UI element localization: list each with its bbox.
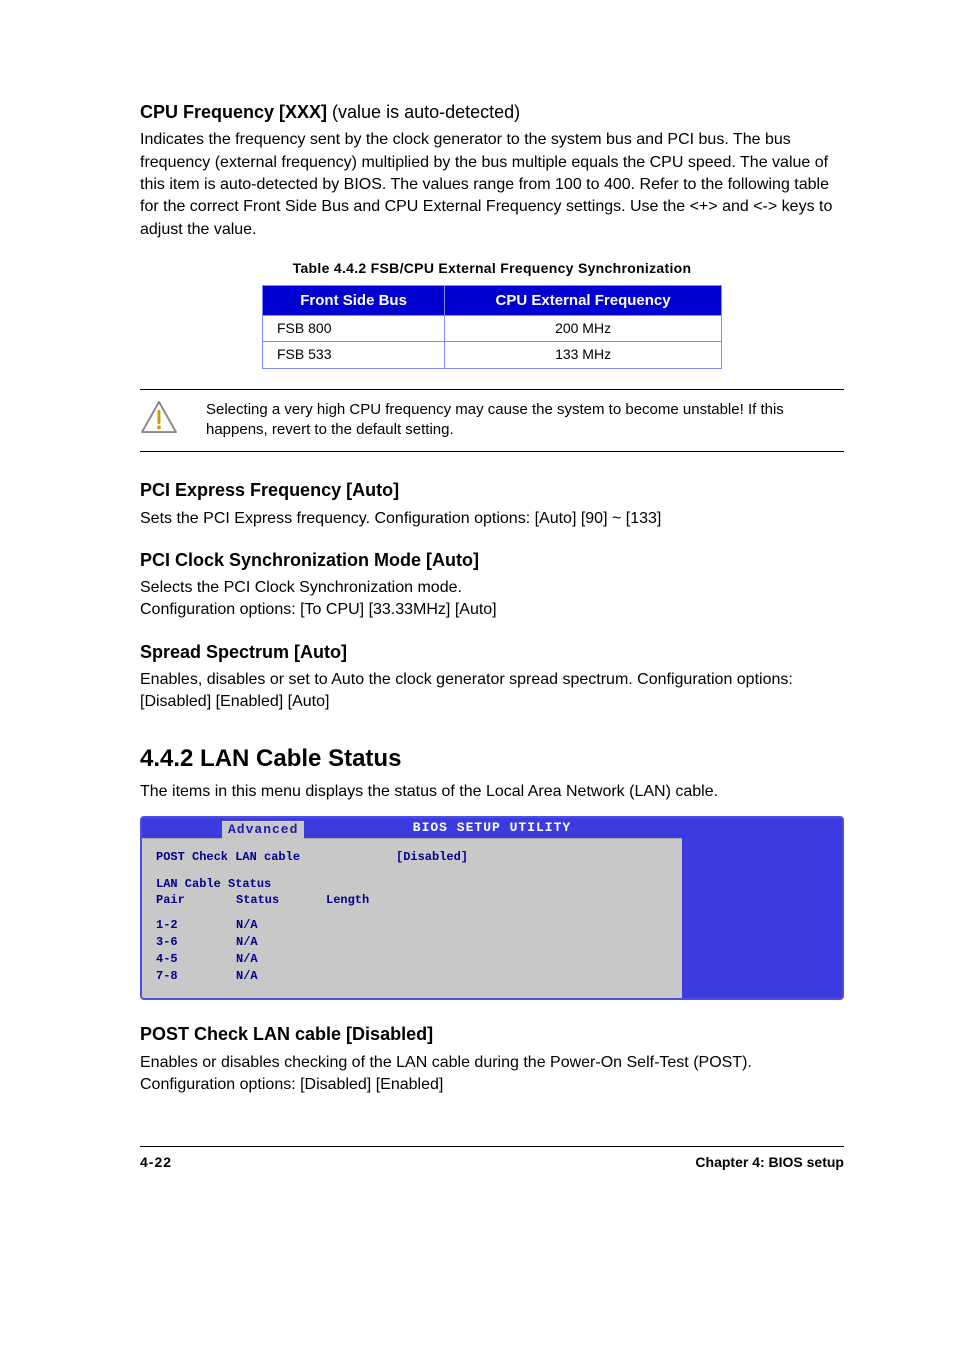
bios-cell [326,968,406,985]
bios-panel: BIOS SETUP UTILITY Advanced POST Check L… [140,816,844,1001]
bios-cell: N/A [236,934,326,951]
bios-left-pane: POST Check LAN cable [Disabled] LAN Cabl… [142,838,682,999]
heading-text-prefix: CPU Frequency [XXX] [140,102,332,122]
bios-cell: 7-8 [156,968,236,985]
fsb-table: Front Side Bus CPU External Frequency FS… [262,285,722,369]
bios-col-status: Status [236,892,326,909]
fsb-cell: FSB 533 [263,342,445,369]
bios-cell: 4-5 [156,951,236,968]
fsb-table-caption: Table 4.4.2 FSB/CPU External Frequency S… [140,259,844,279]
fsb-cell: 200 MHz [445,315,722,342]
fsb-cell: 133 MHz [445,342,722,369]
post-check-section: POST Check LAN cable [Disabled] Enables … [140,1022,844,1096]
post-check-body: Enables or disables checking of the LAN … [140,1052,844,1097]
chapter-label: Chapter 4: BIOS setup [695,1153,844,1173]
bios-row: 1-2 N/A [156,917,668,934]
spread-spectrum-heading: Spread Spectrum [Auto] [140,640,844,665]
pci-clock-heading: PCI Clock Synchronization Mode [Auto] [140,548,844,573]
bios-title-row: BIOS SETUP UTILITY Advanced [142,818,842,838]
post-check-heading: POST Check LAN cable [Disabled] [140,1022,844,1047]
bios-body: POST Check LAN cable [Disabled] LAN Cabl… [142,838,842,999]
cpu-frequency-heading: CPU Frequency [XXX] (value is auto-detec… [140,100,844,125]
bios-item-row: POST Check LAN cable [Disabled] [156,849,668,866]
bios-col-pair: Pair [156,892,236,909]
bios-cell [326,917,406,934]
heading-text-suffix: (value is auto-detected) [332,102,520,122]
pci-clock-section: PCI Clock Synchronization Mode [Auto] Se… [140,548,844,622]
bios-cell: N/A [236,917,326,934]
bios-cell: 3-6 [156,934,236,951]
page-footer: 4-22 Chapter 4: BIOS setup [140,1146,844,1173]
bios-cell [326,951,406,968]
spread-spectrum-body: Enables, disables or set to Auto the clo… [140,669,844,714]
pci-express-section: PCI Express Frequency [Auto] Sets the PC… [140,478,844,530]
bios-cell: N/A [236,968,326,985]
bios-item-label: POST Check LAN cable [156,849,396,866]
bios-row: 7-8 N/A [156,968,668,985]
bios-right-pane [682,838,842,999]
bios-row: 4-5 N/A [156,951,668,968]
lan-cable-status-body: The items in this menu displays the stat… [140,781,844,803]
table-row: FSB 800 200 MHz [263,315,722,342]
warning-note: Selecting a very high CPU frequency may … [140,389,844,452]
cpu-frequency-section: CPU Frequency [XXX] (value is auto-detec… [140,100,844,241]
fsb-table-body: FSB 800 200 MHz FSB 533 133 MHz [263,315,722,368]
pci-express-heading: PCI Express Frequency [Auto] [140,478,844,503]
fsb-table-head-1: Front Side Bus [263,285,445,315]
table-row: FSB 533 133 MHz [263,342,722,369]
fsb-table-head-2: CPU External Frequency [445,285,722,315]
bios-column-headers: Pair Status Length [156,892,668,909]
pci-clock-body: Selects the PCI Clock Synchronization mo… [140,577,844,622]
bios-cell [326,934,406,951]
spread-spectrum-section: Spread Spectrum [Auto] Enables, disables… [140,640,844,714]
lan-cable-status-heading: 4.4.2 LAN Cable Status [140,742,844,776]
bios-item-value: [Disabled] [396,849,468,866]
bios-cell: N/A [236,951,326,968]
warning-text: Selecting a very high CPU frequency may … [206,400,844,441]
fsb-cell: FSB 800 [263,315,445,342]
bios-subheading: LAN Cable Status [156,876,668,893]
bios-cell: 1-2 [156,917,236,934]
bios-title: BIOS SETUP UTILITY [413,820,571,835]
bios-col-length: Length [326,892,406,909]
warning-icon [140,400,178,441]
bios-advanced-tab: Advanced [222,821,304,839]
bios-row: 3-6 N/A [156,934,668,951]
cpu-frequency-body: Indicates the frequency sent by the cloc… [140,129,844,241]
page-number: 4-22 [140,1153,172,1173]
pci-express-body: Sets the PCI Express frequency. Configur… [140,508,844,530]
